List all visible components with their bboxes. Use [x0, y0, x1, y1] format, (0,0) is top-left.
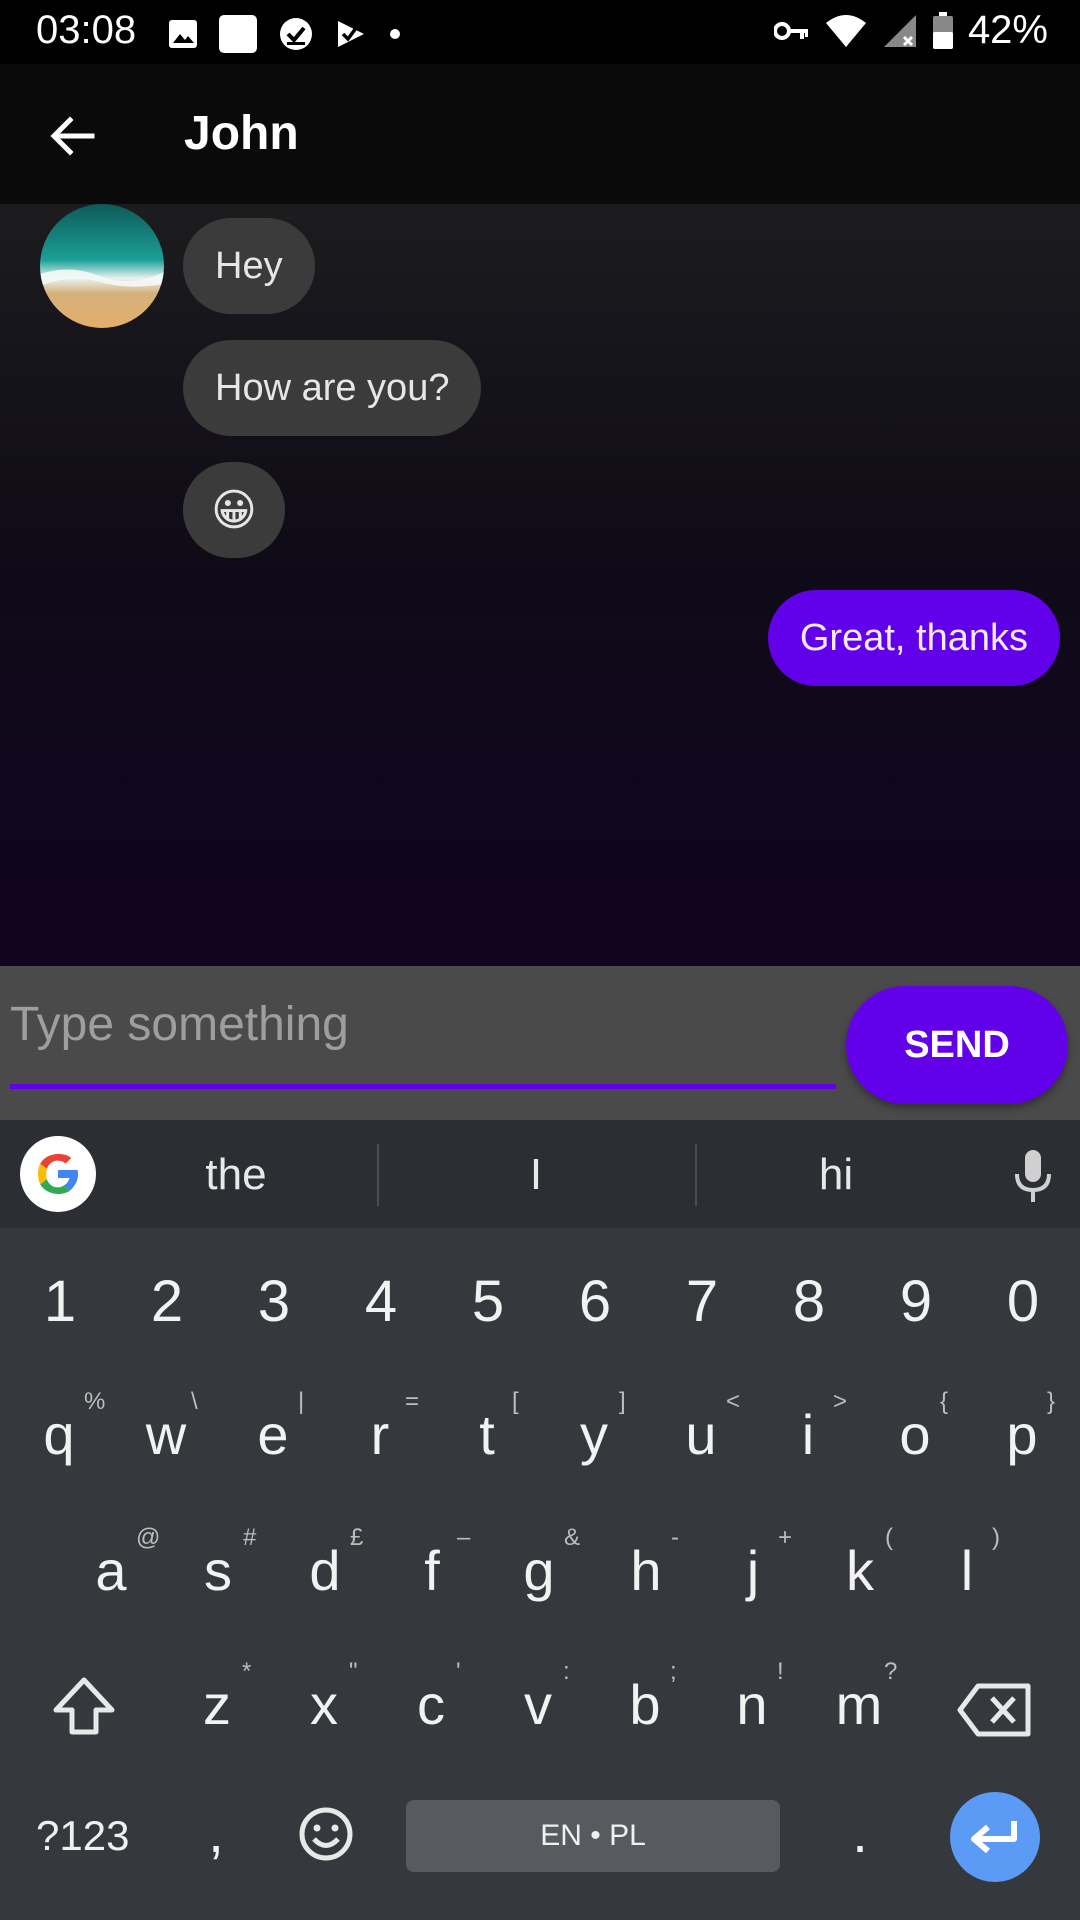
- message-bubble-incoming[interactable]: Hey: [183, 218, 315, 314]
- image-icon: [169, 20, 197, 48]
- wifi-icon: [825, 14, 866, 47]
- key-hint: (: [885, 1524, 893, 1551]
- suggestion-divider: [377, 1144, 379, 1206]
- dot-icon: [390, 29, 400, 39]
- message-list[interactable]: Hey How are you? 😀 Great, thanks: [0, 204, 1080, 966]
- message-bubble-incoming[interactable]: 😀: [183, 462, 285, 558]
- suggestion-item[interactable]: hi: [756, 1150, 916, 1200]
- key-4[interactable]: 4: [341, 1268, 421, 1335]
- key-hint: –: [457, 1524, 471, 1551]
- key-hint: [: [512, 1388, 519, 1415]
- microphone-icon: [1015, 1150, 1051, 1202]
- key-9[interactable]: 9: [876, 1268, 956, 1335]
- key-hint: -: [671, 1524, 679, 1551]
- key-hint: ): [992, 1524, 1000, 1551]
- google-logo-icon[interactable]: [20, 1136, 96, 1212]
- key-hint: @: [136, 1524, 161, 1551]
- key-8[interactable]: 8: [769, 1268, 849, 1335]
- key-0[interactable]: 0: [983, 1268, 1063, 1335]
- key-hint: *: [242, 1658, 252, 1685]
- back-button[interactable]: [40, 108, 104, 164]
- suggestion-item[interactable]: I: [456, 1150, 616, 1200]
- status-bar: 03:08 42%: [0, 0, 1080, 64]
- key-hint: :: [563, 1658, 570, 1685]
- contact-avatar[interactable]: [40, 204, 164, 328]
- smiley-icon: [299, 1807, 353, 1861]
- input-underline: [10, 1084, 836, 1089]
- key-hint: }: [1047, 1388, 1056, 1415]
- key-hint: #: [243, 1524, 257, 1551]
- key-icon: [773, 21, 808, 40]
- key-1[interactable]: 1: [20, 1268, 100, 1335]
- mic-button[interactable]: [1008, 1146, 1058, 1206]
- key-hint: \: [191, 1388, 198, 1415]
- key-hint: %: [84, 1388, 106, 1415]
- soft-keyboard: the I hi 1234567890 q% w \ e | r = t[y] u < i > o{p}…: [0, 1120, 1080, 1920]
- key-hint: {: [940, 1388, 949, 1415]
- key-hint: ?: [884, 1658, 898, 1685]
- space-key[interactable]: EN • PL: [406, 1800, 780, 1872]
- period-key[interactable]: .: [820, 1800, 900, 1865]
- enter-key[interactable]: [950, 1792, 1040, 1882]
- signal-x-icon: [883, 14, 916, 47]
- key-hint: ;: [670, 1658, 677, 1685]
- message-input[interactable]: [10, 990, 836, 1058]
- send-button[interactable]: SEND: [846, 986, 1068, 1104]
- app-bar: John: [0, 64, 1080, 204]
- conversation-title: John: [184, 107, 299, 160]
- key-hint: &: [564, 1524, 581, 1551]
- key-hint: £: [350, 1524, 364, 1551]
- square-icon: [219, 15, 257, 53]
- key-3[interactable]: 3: [234, 1268, 314, 1335]
- message-bubble-outgoing[interactable]: Great, thanks: [767, 590, 1060, 686]
- key-hint: >: [833, 1388, 848, 1415]
- check-flag-icon: [338, 21, 364, 47]
- emoji-key[interactable]: [296, 1804, 356, 1864]
- suggestion-item[interactable]: the: [156, 1150, 316, 1200]
- key-c[interactable]: c: [388, 1672, 474, 1737]
- key-hint: ': [456, 1658, 461, 1685]
- status-time: 03:08: [36, 8, 137, 52]
- backspace-key[interactable]: [956, 1680, 1036, 1740]
- key-hint: !: [777, 1658, 784, 1685]
- key-7[interactable]: 7: [662, 1268, 742, 1335]
- battery-icon: [932, 11, 953, 49]
- enter-arrow-icon: [971, 1821, 1017, 1854]
- message-bubble-incoming[interactable]: How are you?: [183, 340, 482, 436]
- key-hint: ": [349, 1658, 358, 1685]
- key-hint: |: [298, 1388, 305, 1415]
- shift-key[interactable]: [44, 1668, 124, 1748]
- key-hint: =: [405, 1388, 420, 1415]
- backspace-icon: [957, 1683, 1031, 1737]
- comma-key[interactable]: ,: [176, 1800, 256, 1865]
- key-6[interactable]: 6: [555, 1268, 635, 1335]
- key-hint: +: [778, 1524, 793, 1551]
- suggestion-strip: the I hi: [0, 1120, 1080, 1228]
- key-hint: <: [726, 1388, 741, 1415]
- key-hint: ]: [619, 1388, 626, 1415]
- suggestion-divider: [695, 1144, 697, 1206]
- arrow-left-icon: [50, 116, 95, 156]
- status-notification-icons: [168, 14, 402, 54]
- check-circle-icon: [280, 18, 312, 50]
- status-system-icons: 42%: [773, 8, 1048, 53]
- battery-percent: 42%: [967, 8, 1048, 52]
- key-5[interactable]: 5: [448, 1268, 528, 1335]
- message-composer: SEND: [0, 966, 1080, 1120]
- symbols-key[interactable]: ?123: [36, 1812, 129, 1860]
- key-2[interactable]: 2: [127, 1268, 207, 1335]
- shift-icon: [53, 1677, 115, 1735]
